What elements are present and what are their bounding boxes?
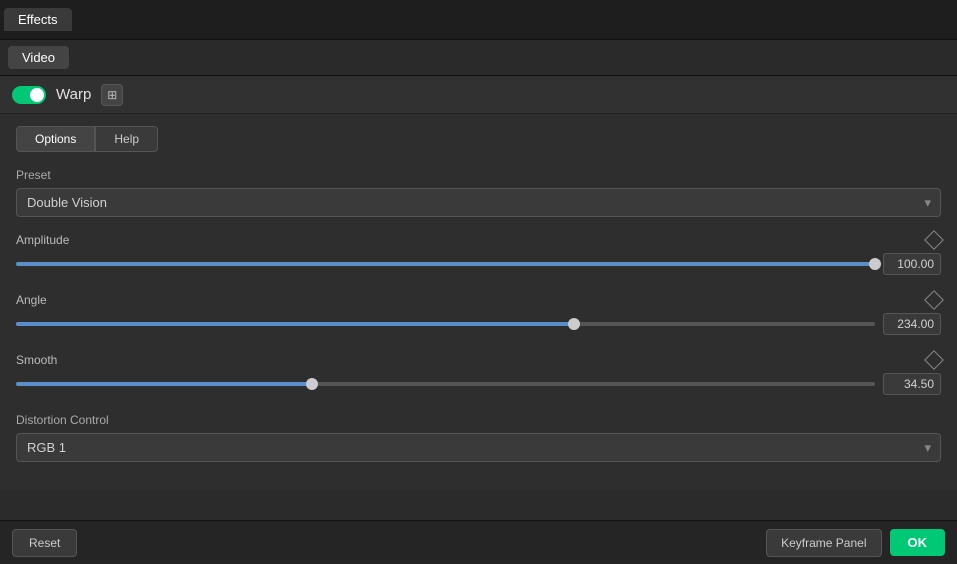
warp-icon: ⊞ [107,88,117,102]
amplitude-slider-row: Amplitude 100.00 [16,233,941,275]
sub-bar: Video [0,40,957,76]
warp-toggle[interactable] [12,86,46,104]
option-buttons: Options Help [16,126,941,152]
angle-slider-row: Angle 234.00 [16,293,941,335]
angle-track[interactable] [16,322,875,326]
angle-keyframe-icon[interactable] [924,290,944,310]
warp-icon-btn[interactable]: ⊞ [101,84,123,106]
amplitude-track[interactable] [16,262,875,266]
smooth-slider-row: Smooth 34.50 [16,353,941,395]
distortion-label: Distortion Control [16,413,941,427]
ok-button[interactable]: OK [890,529,946,556]
keyframe-panel-button[interactable]: Keyframe Panel [766,529,881,557]
content-area: Options Help Preset Double Vision Ripple… [0,114,957,490]
distortion-section: Distortion Control RGB 1 RGB 2 Luma ▾ [16,413,941,462]
options-button[interactable]: Options [16,126,95,152]
reset-button[interactable]: Reset [12,529,77,557]
distortion-select[interactable]: RGB 1 RGB 2 Luma [16,433,941,462]
top-bar: Effects [0,0,957,40]
preset-select[interactable]: Double Vision Ripple Wave Bulge Pinch [16,188,941,217]
smooth-keyframe-icon[interactable] [924,350,944,370]
angle-value[interactable]: 234.00 [883,313,941,335]
tab-video[interactable]: Video [8,46,69,69]
smooth-value[interactable]: 34.50 [883,373,941,395]
warp-row: Warp ⊞ [0,76,957,114]
smooth-track[interactable] [16,382,875,386]
warp-label: Warp [56,86,91,103]
bottom-right-actions: Keyframe Panel OK [766,529,945,557]
preset-label: Preset [16,168,941,182]
angle-label: Angle [16,293,47,307]
bottom-bar: Reset Keyframe Panel OK [0,520,957,564]
distortion-select-wrap: RGB 1 RGB 2 Luma ▾ [16,433,941,462]
amplitude-label: Amplitude [16,233,69,247]
preset-select-wrap: Double Vision Ripple Wave Bulge Pinch ▾ [16,188,941,217]
tab-effects[interactable]: Effects [4,8,72,31]
amplitude-value[interactable]: 100.00 [883,253,941,275]
smooth-label: Smooth [16,353,57,367]
help-button[interactable]: Help [95,126,158,152]
amplitude-keyframe-icon[interactable] [924,230,944,250]
